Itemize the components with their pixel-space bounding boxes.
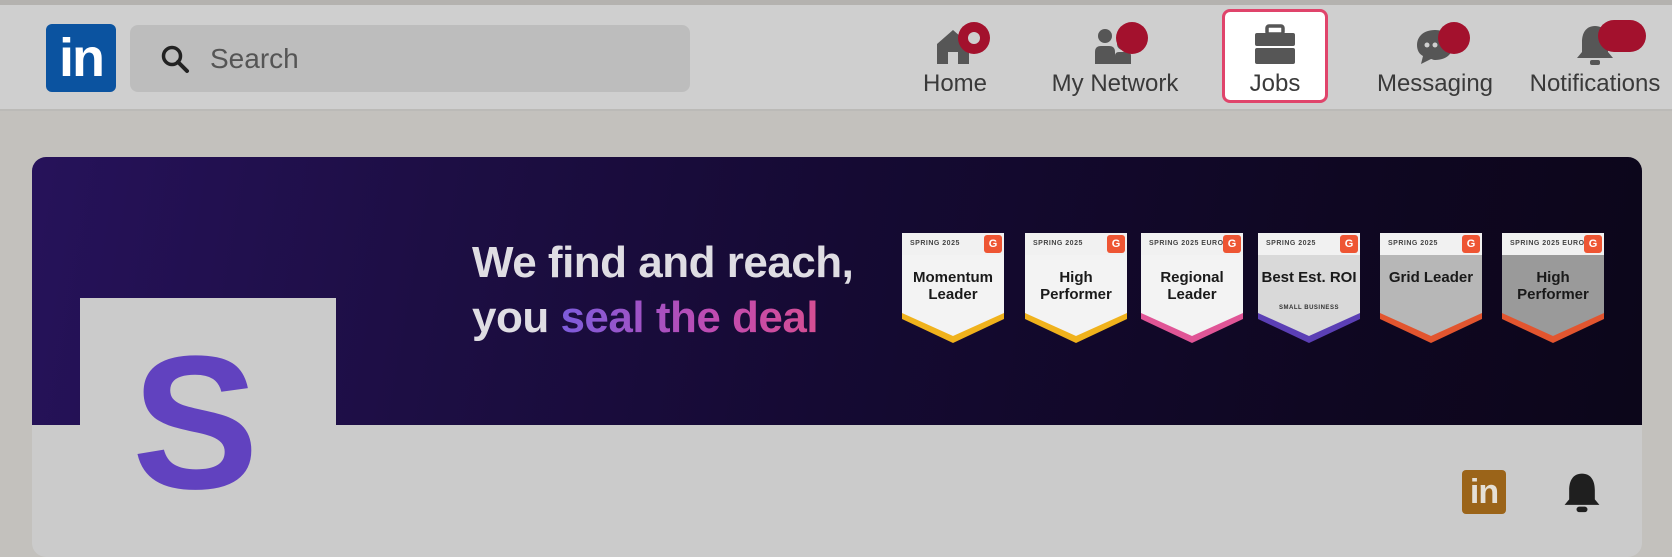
search-icon — [161, 45, 189, 73]
banner-headline-line2: you seal the deal — [472, 290, 853, 345]
notification-badge — [1438, 22, 1470, 54]
top-navbar: in Search Home My Network Jobs Messaging… — [0, 5, 1672, 111]
notification-badge — [1598, 20, 1646, 52]
badge-title: High Performer — [1040, 269, 1112, 303]
banner-headline-highlight: seal the deal — [560, 293, 819, 342]
badge-subtitle: SMALL BUSINESS — [1279, 305, 1339, 311]
g2-badge: SPRING 2025 EUROPE G Regional Leader — [1141, 233, 1243, 345]
badge-title: Grid Leader — [1388, 269, 1474, 286]
banner-headline-line1: We find and reach, — [472, 238, 854, 287]
company-logo[interactable]: S — [80, 298, 336, 557]
company-page-card: We find and reach, you seal the deal SPR… — [32, 157, 1642, 557]
notification-badge — [958, 22, 990, 54]
g2-badge: SPRING 2025 G Grid Leader — [1380, 233, 1482, 345]
nav-notifications-label: Notifications — [1529, 70, 1661, 97]
briefcase-icon — [1255, 24, 1295, 64]
badge-shield-shape — [1258, 253, 1360, 343]
g2-badge: SPRING 2025 G High Performer — [1025, 233, 1127, 345]
g2-logo-icon: G — [1223, 235, 1241, 253]
g2-logo-icon: G — [984, 235, 1002, 253]
badge-title: Regional Leader — [1160, 269, 1224, 303]
follow-bell-icon[interactable] — [1560, 468, 1604, 516]
g2-badge: SPRING 2025 G Momentum Leader — [902, 233, 1004, 345]
g2-logo-icon: G — [1107, 235, 1125, 253]
nav-notifications[interactable]: Notifications — [1520, 10, 1670, 105]
g2-badge: SPRING 2025 G Best Est. ROI SMALL BUSINESS — [1258, 233, 1360, 345]
company-logo-letter: S — [132, 317, 259, 529]
nav-jobs[interactable]: Jobs — [1222, 9, 1328, 103]
nav-jobs-label: Jobs — [1249, 70, 1301, 97]
nav-messaging[interactable]: Messaging — [1370, 10, 1500, 105]
badge-title: Momentum Leader — [913, 269, 993, 303]
linkedin-logo[interactable]: in — [46, 24, 116, 92]
search-box[interactable]: Search — [130, 25, 690, 92]
badge-title: High Performer — [1517, 269, 1589, 303]
badge-shield-shape — [1380, 253, 1482, 343]
nav-my-network[interactable]: My Network — [1040, 10, 1190, 105]
g2-logo-icon: G — [1462, 235, 1480, 253]
banner-headline-prefix: you — [472, 293, 561, 342]
g2-logo-icon: G — [1340, 235, 1358, 253]
nav-home-label: Home — [922, 70, 988, 97]
linkedin-profile-button[interactable]: in — [1462, 470, 1506, 514]
nav-messaging-label: Messaging — [1376, 70, 1494, 97]
g2-badge: SPRING 2025 EUROPE G High Performer — [1502, 233, 1604, 345]
badge-title: Best Est. ROI — [1261, 269, 1357, 286]
notification-badge — [1116, 22, 1148, 54]
g2-logo-icon: G — [1584, 235, 1602, 253]
nav-home[interactable]: Home — [900, 10, 1010, 105]
nav-my-network-label: My Network — [1051, 70, 1179, 97]
banner-headline: We find and reach, you seal the deal — [472, 235, 854, 345]
search-input[interactable]: Search — [210, 25, 299, 92]
